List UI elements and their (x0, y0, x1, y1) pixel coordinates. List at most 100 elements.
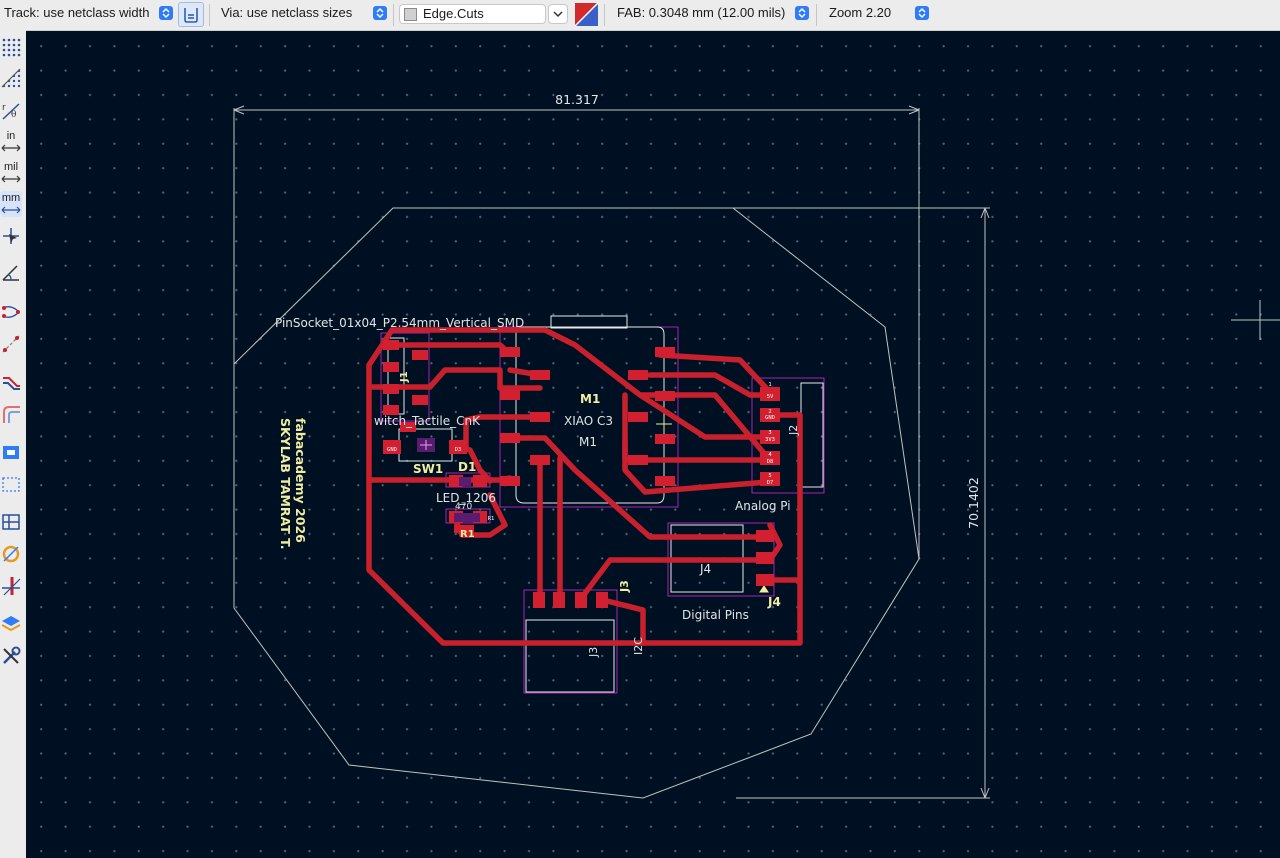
layer-select[interactable]: Edge.Cuts (399, 4, 546, 24)
tracks-display-icon (3, 377, 20, 390)
angle-constraint-icon (2, 265, 19, 281)
pad-fill-toggle[interactable] (0, 509, 22, 535)
grid-dots-toggle[interactable] (0, 34, 22, 60)
pcb-canvas[interactable]: 81.317 70.1402 1 5V 2 GND 3 3V3 4 D8 5 D… (26, 31, 1280, 858)
via-size-select[interactable]: Via: use netclass sizes (216, 4, 389, 24)
ref-d1: D1 (458, 460, 476, 474)
stepper-icon (915, 6, 929, 20)
zone-display-toggle[interactable] (0, 439, 22, 465)
layer-value: Edge.Cuts (423, 6, 484, 21)
layer-color-swatch (404, 8, 417, 21)
polar-coords-toggle[interactable]: r θ (0, 97, 22, 123)
track-width-select[interactable]: Track: use netclass width (0, 4, 175, 24)
stepper-icon (159, 6, 173, 20)
via-fill-icon (2, 545, 20, 563)
polar-coords-icon: r θ (2, 103, 20, 120)
units-mm-label: mm (1, 192, 21, 204)
crosshair-cursor-icon (3, 228, 19, 244)
pad-label: D8 (767, 459, 774, 465)
chevron-down-icon (553, 11, 563, 18)
value-resistor: 470 (455, 502, 472, 512)
layer-pair-icon (574, 2, 599, 27)
zone-outline-toggle[interactable] (0, 471, 22, 497)
toolbar-separator (393, 4, 394, 26)
zone-outline-icon (2, 477, 20, 492)
value-xiao: XIAO C3 (564, 414, 613, 428)
zone-display-icon (3, 446, 19, 459)
units-mils-label: mil (3, 161, 19, 173)
fab-ref-m1: M1 (579, 435, 597, 449)
ref-m1: M1 (580, 392, 600, 406)
track-fill-icon (2, 577, 21, 596)
toolbar-separator (816, 4, 817, 26)
toolbar-separator (209, 4, 210, 26)
ratsnest-icon (2, 306, 20, 318)
high-contrast-toggle[interactable] (0, 401, 22, 427)
units-inches-label: in (6, 130, 16, 142)
auto-track-width-button[interactable] (178, 2, 204, 27)
pad-label: R1 (488, 516, 495, 522)
curved-ratsnest-toggle[interactable] (0, 331, 22, 357)
pad-label: 3V3 (765, 437, 775, 443)
layer-dropdown-button[interactable] (548, 4, 568, 24)
pad-label: 1 (768, 382, 771, 388)
ref-sw1: SW1 (413, 462, 443, 476)
footprint-name-socket: PinSocket_01x04_P2.54mm_Vertical_SMD (275, 316, 524, 330)
fab-ref-j4: J4 (699, 562, 711, 576)
pad-label: GND (387, 447, 397, 453)
measure-arrow-icon (1, 175, 21, 183)
units-mm-button[interactable]: mm (0, 191, 22, 217)
cursor-toggle[interactable] (0, 223, 22, 249)
fab-ref-j2: J2 (787, 425, 800, 436)
grid-dots-icon (2, 38, 21, 57)
show-tracks-toggle[interactable] (0, 369, 22, 395)
board-text-fabacademy: fabacademy 2026 (293, 418, 308, 543)
dimension-height-label: 70.1402 (966, 477, 981, 529)
measure-arrow-icon (1, 206, 21, 214)
track-width-value: Track: use netclass width (4, 5, 150, 20)
grid-size-select[interactable]: FAB: 0.3048 mm (12.00 mils) (610, 4, 811, 24)
top-toolbar: Track: use netclass width Via: use netcl… (0, 0, 1280, 31)
pad-label: D7 (767, 480, 774, 486)
grid-overrides-toggle[interactable] (0, 65, 22, 91)
pcb-board-view[interactable]: 81.317 70.1402 1 5V 2 GND 3 3V3 4 D8 5 D… (26, 31, 1280, 858)
layers-icon (1, 616, 21, 632)
measure-arrow-icon (1, 144, 21, 152)
tools-icon (3, 646, 21, 664)
pad-label: 5V (767, 394, 774, 400)
auto-width-icon (184, 8, 198, 23)
zoom-select[interactable]: Zoom 2.20 (822, 4, 931, 24)
curved-ratsnest-icon (2, 335, 20, 353)
units-inches-button[interactable]: in (0, 129, 22, 155)
track-fill-toggle[interactable] (0, 573, 22, 599)
via-size-value: Via: use netclass sizes (221, 5, 353, 20)
left-toolbar: r θ in mil mm (0, 30, 27, 858)
stepper-icon (795, 6, 809, 20)
via-fill-toggle[interactable] (0, 541, 22, 567)
pad-label: D3 (455, 447, 462, 453)
fab-ref-j3: J3 (587, 647, 600, 658)
angle-constraint-toggle[interactable] (0, 259, 22, 285)
ref-j4: J4 (767, 595, 781, 609)
pad-fill-icon (2, 514, 20, 530)
footprint-name-switch: witch_Tactile_CnK (374, 414, 481, 428)
grid-overrides-icon (1, 68, 21, 88)
pad-label: 3 (768, 430, 771, 436)
ref-r1: R1 (460, 529, 475, 540)
svg-text:r: r (2, 103, 6, 113)
value-analog-pins: Analog Pi (735, 499, 791, 513)
high-contrast-icon (3, 406, 20, 423)
grid-size-value: FAB: 0.3048 mm (12.00 mils) (617, 5, 786, 20)
ratsnest-toggle[interactable] (0, 299, 22, 325)
layer-pair-button[interactable] (574, 2, 599, 27)
units-mils-button[interactable]: mil (0, 160, 22, 186)
stepper-icon (373, 6, 387, 20)
board-text-skylab: SKYLAB TAMRAT T. (278, 418, 293, 550)
ref-j1: J1 (399, 371, 410, 383)
properties-manager-toggle[interactable] (0, 643, 22, 669)
pad-label: 5 (768, 473, 771, 479)
dimension-width-label: 81.317 (555, 92, 599, 107)
value-i2c: I2C (632, 637, 645, 655)
layers-manager-toggle[interactable] (0, 611, 22, 637)
zoom-value: Zoom 2.20 (829, 5, 892, 20)
